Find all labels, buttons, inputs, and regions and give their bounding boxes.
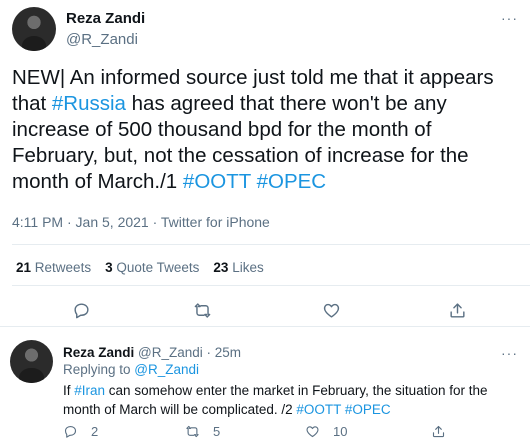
heart-icon	[323, 303, 340, 318]
author-handle[interactable]: @R_Zandi	[138, 345, 203, 360]
replying-prefix: Replying to	[63, 362, 135, 377]
hashtag-russia[interactable]: #Russia	[52, 92, 126, 115]
hashtag-oott[interactable]: #OOTT	[296, 402, 341, 417]
tweet-actions	[0, 298, 530, 324]
more-options-icon[interactable]: ···	[501, 10, 518, 26]
avatar[interactable]	[10, 340, 53, 383]
quotes-label: Quote Tweets	[116, 260, 200, 275]
retweets-label: Retweets	[34, 260, 92, 275]
share-button[interactable]	[448, 301, 467, 320]
retweet-button[interactable]: 5	[185, 424, 220, 439]
tweet-text-part: If	[63, 383, 75, 398]
hashtag-oott[interactable]: #OOTT	[183, 170, 251, 193]
quotes-count: 3	[105, 260, 113, 275]
author-name[interactable]: Reza Zandi	[66, 10, 145, 27]
separator-dot: ·	[202, 345, 215, 360]
like-button[interactable]: 10	[305, 424, 347, 439]
tweet-actions: 2 5 10	[0, 424, 530, 442]
tweet-text: NEW| An informed source just told me tha…	[12, 65, 518, 195]
divider	[12, 244, 530, 245]
retweet-icon	[186, 425, 199, 438]
likes-label: Likes	[232, 260, 264, 275]
retweet-icon	[194, 303, 211, 318]
tweet-stats: 21 Retweets 3 Quote Tweets 23 Likes	[16, 260, 264, 275]
reply-icon	[64, 425, 77, 438]
heart-icon	[306, 426, 319, 438]
reply-count: 2	[91, 424, 99, 439]
reply-button[interactable]	[72, 301, 91, 320]
quotes-stat[interactable]: 3 Quote Tweets	[105, 260, 199, 275]
retweet-button[interactable]	[193, 301, 212, 320]
like-button[interactable]	[322, 301, 341, 320]
hashtag-iran[interactable]: #Iran	[74, 383, 105, 398]
reply-header: Reza Zandi @R_Zandi · 25m	[63, 345, 241, 360]
divider	[12, 285, 530, 286]
avatar[interactable]	[12, 7, 56, 51]
replying-to: Replying to @R_Zandi	[63, 362, 199, 377]
tweet-age[interactable]: 25m	[215, 345, 241, 360]
hashtag-opec[interactable]: #OPEC	[345, 402, 391, 417]
retweets-stat[interactable]: 21 Retweets	[16, 260, 91, 275]
more-options-icon[interactable]: ···	[501, 345, 518, 361]
retweets-count: 21	[16, 260, 32, 275]
share-button[interactable]	[431, 424, 446, 439]
author-handle[interactable]: @R_Zandi	[66, 31, 138, 48]
main-tweet: Reza Zandi @R_Zandi ··· NEW| An informed…	[0, 0, 530, 327]
like-count: 10	[333, 424, 348, 439]
share-icon	[450, 303, 465, 318]
retweet-count: 5	[213, 424, 221, 439]
hashtag-opec[interactable]: #OPEC	[257, 170, 327, 193]
replying-to-handle[interactable]: @R_Zandi	[134, 362, 199, 377]
tweet-text: If #Iran can somehow enter the market in…	[63, 381, 518, 419]
tweet-text-part: can somehow enter the market in February…	[63, 383, 488, 417]
reply-icon	[74, 303, 89, 319]
likes-stat[interactable]: 23 Likes	[213, 260, 263, 275]
reply-button[interactable]: 2	[63, 424, 98, 439]
likes-count: 23	[213, 260, 229, 275]
tweet-meta[interactable]: 4:11 PM · Jan 5, 2021 · Twitter for iPho…	[12, 214, 270, 230]
author-name[interactable]: Reza Zandi	[63, 345, 134, 360]
reply-tweet[interactable]: Reza Zandi @R_Zandi · 25m ··· Replying t…	[0, 327, 530, 443]
share-icon	[432, 425, 445, 438]
